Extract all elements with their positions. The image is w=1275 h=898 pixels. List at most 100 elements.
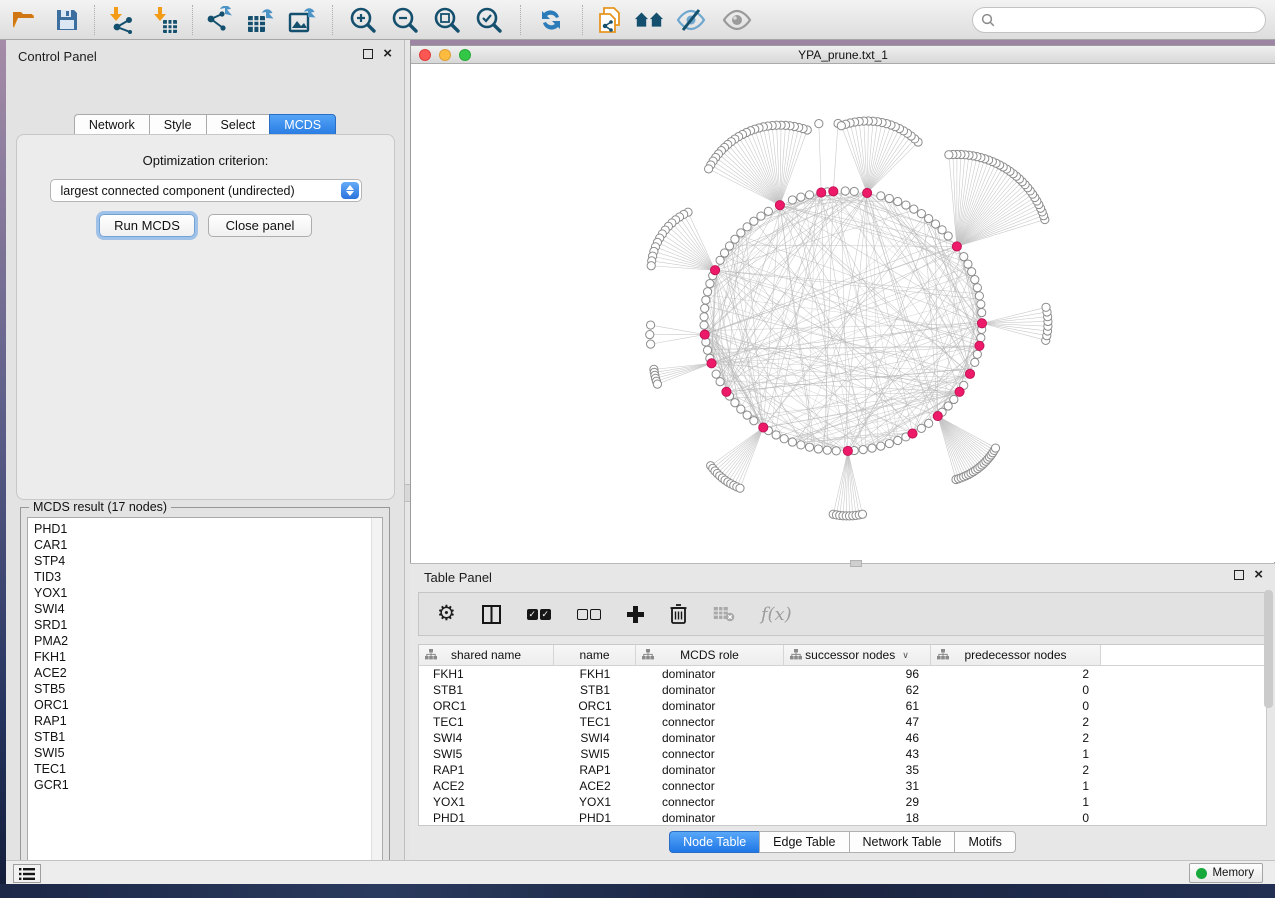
table-row[interactable]: RAP1RAP1dominator352 (419, 762, 1266, 778)
close-table-panel-icon[interactable]: × (1254, 570, 1263, 580)
mcds-node-item[interactable]: RAP1 (34, 713, 382, 729)
optimization-criterion-label: Optimization criterion: (17, 153, 394, 168)
toolbar-separator (332, 5, 333, 35)
network-view[interactable] (411, 64, 1274, 563)
float-panel-icon[interactable] (363, 49, 373, 59)
mcds-result-title: MCDS result (17 nodes) (29, 500, 171, 514)
float-table-panel-icon[interactable] (1234, 570, 1244, 580)
memory-status-icon (1196, 868, 1207, 879)
mcds-node-item[interactable]: TID3 (34, 569, 382, 585)
close-window-icon[interactable] (419, 49, 431, 61)
zoom-in-icon[interactable] (348, 6, 378, 34)
refresh-icon[interactable] (536, 6, 566, 34)
select-stepper-icon (341, 182, 359, 199)
optimization-criterion-select[interactable]: largest connected component (undirected) (50, 179, 362, 202)
column-header-MCDS-role[interactable]: MCDS role (636, 645, 784, 665)
mcds-node-item[interactable]: SRD1 (34, 617, 382, 633)
save-session-icon[interactable] (52, 6, 82, 34)
table-row[interactable]: PHD1PHD1dominator180 (419, 810, 1266, 826)
desktop-bottom-strip (0, 884, 1275, 898)
zoom-selected-icon[interactable] (474, 6, 504, 34)
mcds-node-item[interactable]: CAR1 (34, 537, 382, 553)
mcds-result-list[interactable]: PHD1CAR1STP4TID3YOX1SWI4SRD1PMA2FKH1ACE2… (27, 517, 383, 871)
mcds-node-item[interactable]: ACE2 (34, 665, 382, 681)
table-row[interactable]: STB1STB1dominator620 (419, 682, 1266, 698)
open-session-icon[interactable] (10, 6, 40, 34)
mcds-node-item[interactable]: GCR1 (34, 777, 382, 793)
tab-edge-table[interactable]: Edge Table (759, 831, 848, 853)
toggle-column-panel-icon[interactable] (482, 601, 501, 627)
select-all-icon[interactable]: ✓✓ (527, 601, 551, 627)
column-header-name[interactable]: name (554, 645, 636, 665)
mcds-node-item[interactable]: STP4 (34, 553, 382, 569)
table-row[interactable]: ORC1ORC1dominator610 (419, 698, 1266, 714)
minimize-window-icon[interactable] (439, 49, 451, 61)
mcds-node-item[interactable]: FKH1 (34, 649, 382, 665)
column-header-predecessor-nodes[interactable]: predecessor nodes (931, 645, 1101, 665)
tab-motifs[interactable]: Motifs (954, 831, 1015, 853)
export-table-icon[interactable] (246, 6, 276, 34)
tab-select[interactable]: Select (206, 114, 270, 135)
task-history-button[interactable] (13, 864, 41, 883)
main-toolbar (0, 0, 1275, 40)
table-panel: Table Panel × ⚙ ✓✓ f(x) shared namename (410, 563, 1275, 860)
cytoscape-window: Control Panel × NetworkStyleSelectMCDS O… (0, 0, 1275, 884)
memory-button[interactable]: Memory (1189, 863, 1263, 883)
network-title: YPA_prune.txt_1 (411, 46, 1275, 64)
mcds-result-group: MCDS result (17 nodes) PHD1CAR1STP4TID3Y… (20, 507, 390, 878)
search-input[interactable] (999, 10, 1265, 30)
tab-mcds[interactable]: MCDS (269, 114, 336, 135)
mcds-node-item[interactable]: YOX1 (34, 585, 382, 601)
mcds-node-item[interactable]: STB1 (34, 729, 382, 745)
table-row[interactable]: YOX1YOX1connector291 (419, 794, 1266, 810)
column-header-successor-nodes[interactable]: successor nodes∨ (784, 645, 931, 665)
import-network-icon[interactable] (108, 6, 138, 34)
table-scrollbar[interactable] (1264, 590, 1273, 708)
network-titlebar[interactable]: YPA_prune.txt_1 (411, 46, 1275, 64)
first-neighbors-icon[interactable] (634, 6, 664, 34)
tab-style[interactable]: Style (149, 114, 206, 135)
tab-network[interactable]: Network (74, 114, 149, 135)
toolbar-separator (192, 5, 193, 35)
table-row[interactable]: SWI5SWI5connector431 (419, 746, 1266, 762)
mcds-node-item[interactable]: PMA2 (34, 633, 382, 649)
import-table-icon[interactable] (150, 6, 180, 34)
table-header: shared namenameMCDS rolesuccessor nodes∨… (419, 645, 1266, 666)
table-row[interactable]: FKH1FKH1dominator962 (419, 666, 1266, 682)
mcds-panel: Optimization criterion: largest connecte… (16, 134, 395, 500)
table-row[interactable]: SWI4SWI4dominator462 (419, 730, 1266, 746)
mcds-node-item[interactable]: PHD1 (34, 521, 382, 537)
deselect-all-icon[interactable] (577, 601, 601, 627)
tab-network-table[interactable]: Network Table (849, 831, 955, 853)
table-row[interactable]: TEC1TEC1connector472 (419, 714, 1266, 730)
mcds-node-item[interactable]: ORC1 (34, 697, 382, 713)
mcds-node-item[interactable]: SWI4 (34, 601, 382, 617)
toolbar-separator (520, 5, 521, 35)
node-table: shared namenameMCDS rolesuccessor nodes∨… (418, 644, 1267, 826)
clone-network-icon[interactable] (594, 6, 624, 34)
show-all-icon[interactable] (722, 6, 752, 34)
table-row[interactable]: ACE2ACE2connector311 (419, 778, 1266, 794)
toolbar-separator (582, 5, 583, 35)
run-mcds-button[interactable]: Run MCDS (99, 214, 195, 237)
add-column-icon[interactable] (627, 601, 644, 627)
mcds-node-item[interactable]: STB5 (34, 681, 382, 697)
close-panel-icon[interactable]: × (383, 49, 392, 59)
horizontal-splitter[interactable] (850, 560, 862, 567)
delete-columns-icon[interactable] (670, 601, 687, 627)
zoom-fit-icon[interactable] (432, 6, 462, 34)
export-network-icon[interactable] (204, 6, 234, 34)
table-settings-icon[interactable]: ⚙ (437, 601, 456, 627)
close-panel-button[interactable]: Close panel (208, 214, 312, 237)
result-scrollbar[interactable] (371, 518, 382, 870)
mcds-node-item[interactable]: TEC1 (34, 761, 382, 777)
hide-selected-icon[interactable] (676, 6, 706, 34)
maximize-window-icon[interactable] (459, 49, 471, 61)
mcds-node-item[interactable]: SWI5 (34, 745, 382, 761)
export-image-icon[interactable] (288, 6, 318, 34)
tab-node-table[interactable]: Node Table (669, 831, 759, 853)
zoom-out-icon[interactable] (390, 6, 420, 34)
column-header-filler (1101, 645, 1266, 665)
selected-option: largest connected component (undirected) (61, 184, 295, 198)
column-header-shared-name[interactable]: shared name (419, 645, 554, 665)
